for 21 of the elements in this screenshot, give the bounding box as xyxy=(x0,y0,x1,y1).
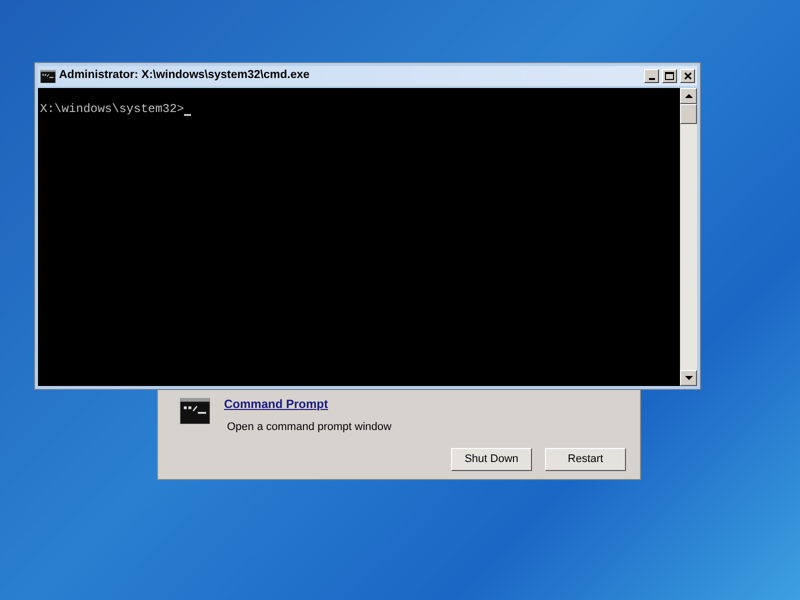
minimize-icon xyxy=(648,78,654,80)
down-arrow-icon xyxy=(684,376,692,380)
console-area[interactable]: X:\windows\system32> xyxy=(38,88,680,386)
command-prompt-text: X:\windows\system32> xyxy=(40,101,184,118)
up-arrow-icon xyxy=(684,94,692,98)
dialog-button[interactable]: Shut Down xyxy=(451,448,532,470)
close-button[interactable] xyxy=(680,69,695,83)
window-title: Administrator: X:\windows\system32\cmd.exe xyxy=(59,68,311,84)
scroll-up-button[interactable] xyxy=(680,88,697,104)
maximize-button[interactable] xyxy=(662,69,677,83)
command-prompt-icon xyxy=(180,398,210,424)
close-icon xyxy=(684,72,692,80)
text-cursor xyxy=(184,114,192,116)
scroll-thumb[interactable] xyxy=(680,104,697,124)
scroll-down-button[interactable] xyxy=(680,370,697,386)
command-prompt-link[interactable]: Command Prompt xyxy=(224,395,392,413)
minimize-button[interactable] xyxy=(644,69,659,83)
app-icon xyxy=(40,70,56,82)
option-description: Open a command prompt window xyxy=(227,420,392,435)
maximize-icon xyxy=(665,72,674,80)
dialog-button[interactable]: Restart xyxy=(545,448,626,470)
